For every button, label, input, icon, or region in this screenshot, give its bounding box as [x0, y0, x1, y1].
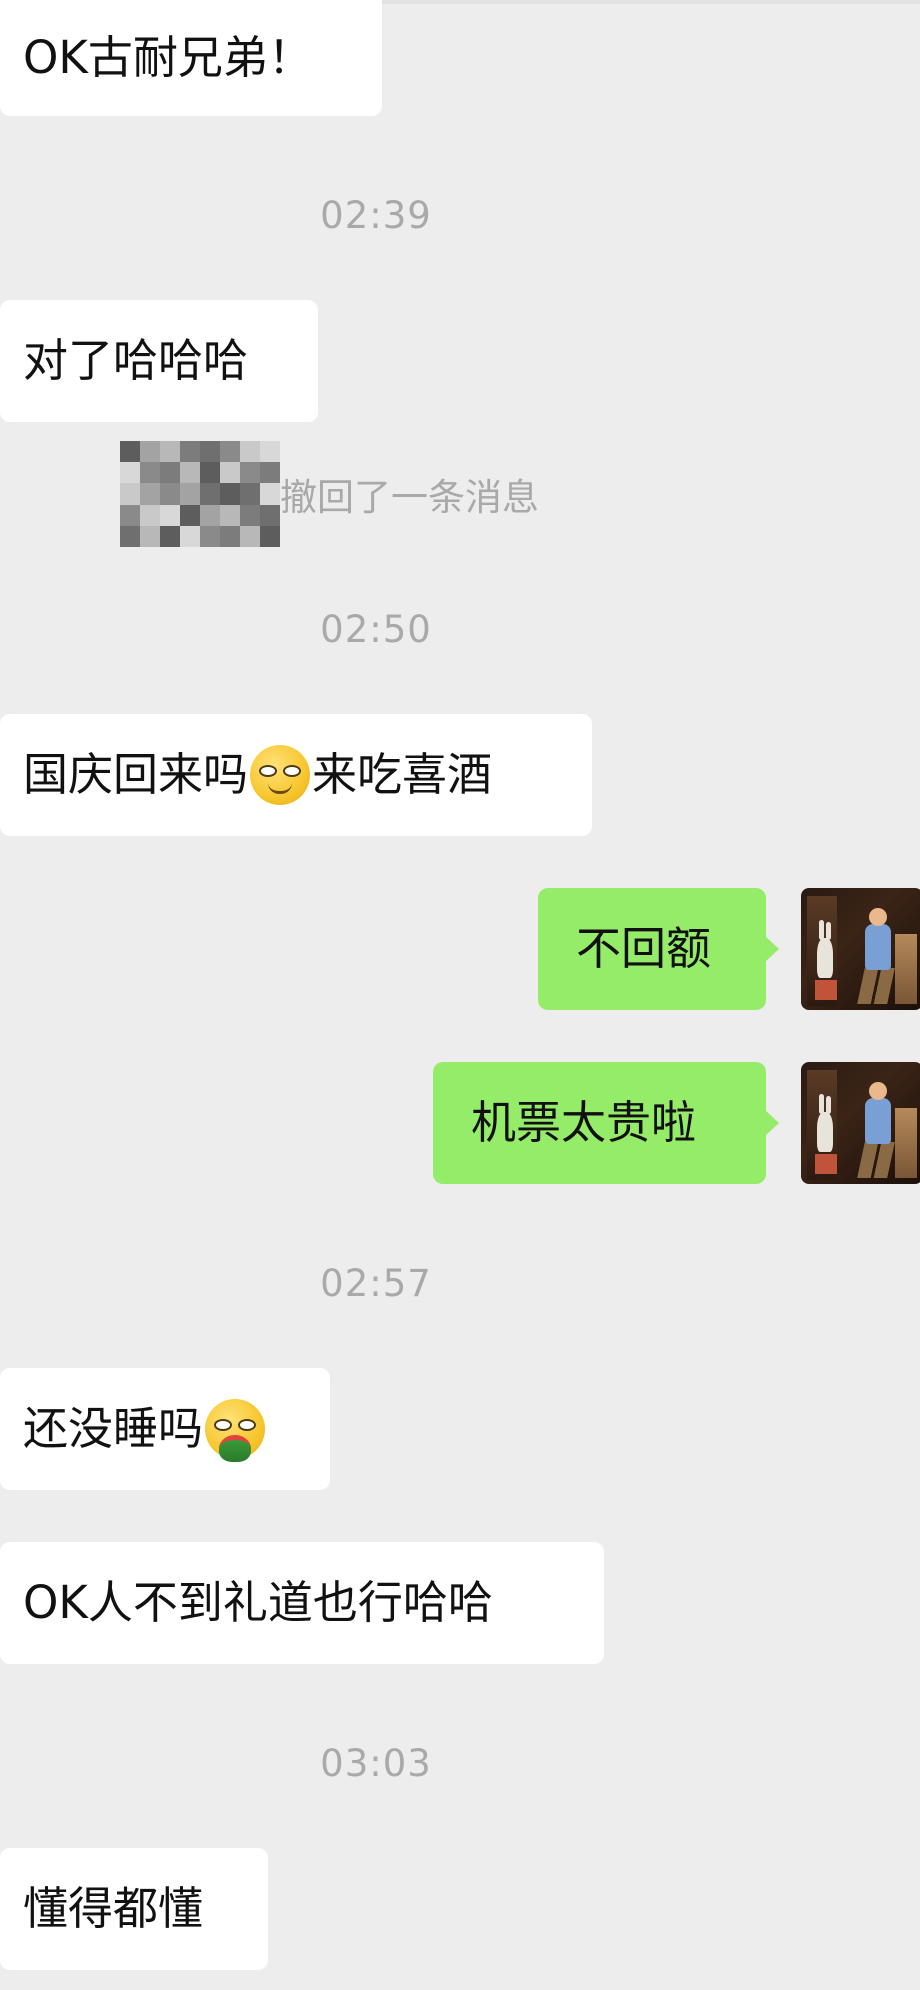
user-avatar[interactable] — [801, 1062, 920, 1184]
outgoing-message-bubble[interactable]: 机票太贵啦 — [433, 1062, 779, 1184]
incoming-message-bubble[interactable]: OK古耐兄弟！ — [0, 0, 382, 116]
incoming-message-bubble[interactable]: 还没睡吗 — [0, 1368, 330, 1490]
eating-watermelon-emoji-icon — [205, 1399, 266, 1462]
message-text: OK人不到礼道也行哈哈 — [23, 1576, 493, 1629]
incoming-message-bubble[interactable]: 国庆回来吗 来吃喜酒 — [0, 714, 592, 836]
message-text: OK古耐兄弟！ — [23, 31, 313, 84]
chat-screen: { "messages": { "m1": "OK古耐兄弟！", "t1": "… — [0, 0, 920, 1990]
incoming-message-bubble[interactable]: OK人不到礼道也行哈哈 — [0, 1542, 604, 1664]
recall-notice-text: 撤回了一条消息 — [280, 476, 539, 519]
message-text: 还没睡吗 — [23, 1402, 204, 1455]
message-text: 懂得都懂 — [23, 1882, 204, 1935]
message-text-part: 国庆回来吗 — [23, 748, 249, 801]
message-text: 对了哈哈哈 — [23, 334, 249, 387]
recall-notice: 撤回了一条消息 — [120, 440, 539, 548]
message-text: 机票太贵啦 — [471, 1096, 697, 1149]
smirk-emoji-icon — [250, 745, 311, 805]
timestamp: 02:57 — [320, 1262, 432, 1305]
timestamp: 03:03 — [320, 1742, 432, 1785]
user-avatar[interactable] — [801, 888, 920, 1010]
message-text-part: 来吃喜酒 — [312, 748, 493, 801]
mosaic-censor-icon — [120, 441, 280, 547]
timestamp: 02:50 — [320, 608, 432, 651]
incoming-message-bubble[interactable]: 对了哈哈哈 — [0, 300, 318, 422]
message-text: 不回额 — [576, 922, 712, 975]
outgoing-message-bubble[interactable]: 不回额 — [538, 888, 779, 1010]
timestamp: 02:39 — [320, 194, 432, 237]
incoming-message-bubble[interactable]: 懂得都懂 — [0, 1848, 268, 1970]
